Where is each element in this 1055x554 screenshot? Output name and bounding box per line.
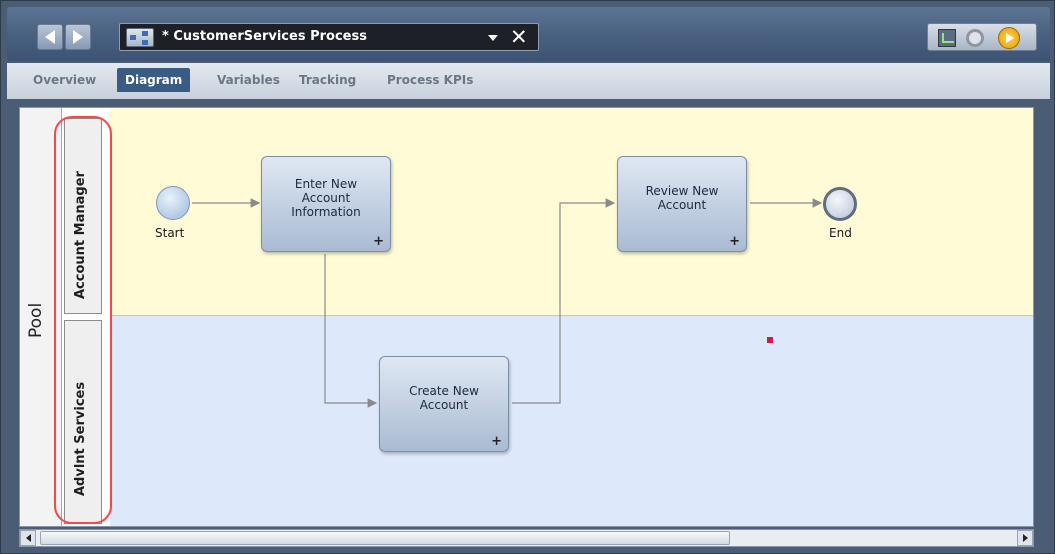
start-event[interactable] xyxy=(156,186,190,220)
forward-arrow-icon xyxy=(73,30,83,44)
tab-variables[interactable]: Variables xyxy=(217,73,280,87)
title-bar: * CustomerServices Process ✕ xyxy=(7,7,1050,61)
scroll-right-button[interactable] xyxy=(1017,530,1033,546)
expand-subprocess-icon[interactable]: + xyxy=(491,434,502,449)
process-diagram-icon xyxy=(126,28,154,47)
task-create-new-account[interactable]: Create New Account + xyxy=(379,356,509,452)
toolbar-actions xyxy=(927,23,1037,51)
end-event[interactable] xyxy=(823,187,857,221)
task-label: Create New Account xyxy=(409,384,479,412)
end-event-label: End xyxy=(829,226,852,240)
scrollbar-thumb[interactable] xyxy=(40,531,730,545)
diagram-canvas[interactable]: Pool Account Manager Advlnt Services Sta… xyxy=(19,107,1034,527)
expand-subprocess-icon[interactable]: + xyxy=(729,234,740,249)
tab-overview[interactable]: Overview xyxy=(33,73,96,87)
back-button[interactable] xyxy=(37,24,63,50)
scroll-left-button[interactable] xyxy=(20,530,36,546)
run-icon[interactable] xyxy=(998,27,1020,49)
chart-icon[interactable] xyxy=(938,29,956,47)
task-label: Review New Account xyxy=(645,184,719,212)
arrow-right-icon xyxy=(1022,534,1028,542)
task-review-new-account[interactable]: Review New Account + xyxy=(617,156,747,252)
chevron-down-icon[interactable] xyxy=(488,35,498,41)
document-title: * CustomerServices Process xyxy=(162,29,367,44)
arrow-left-icon xyxy=(25,534,31,542)
process-editor-window: * CustomerServices Process ✕ Overview Di… xyxy=(0,0,1055,554)
task-enter-new-account-information[interactable]: Enter New Account Information + xyxy=(261,156,391,252)
back-arrow-icon xyxy=(45,30,55,44)
horizontal-scrollbar[interactable] xyxy=(19,529,1034,547)
tab-tracking[interactable]: Tracking xyxy=(299,73,356,87)
forward-button[interactable] xyxy=(65,24,91,50)
sequence-flows xyxy=(192,198,823,408)
expand-subprocess-icon[interactable]: + xyxy=(373,234,384,249)
editor-tab-bar: Overview Diagram Variables Tracking Proc… xyxy=(7,63,1050,99)
tab-diagram[interactable]: Diagram xyxy=(117,68,191,92)
gears-icon[interactable] xyxy=(966,29,984,47)
document-tab[interactable]: * CustomerServices Process ✕ xyxy=(119,23,539,51)
task-label: Enter New Account Information xyxy=(291,177,361,219)
flow-create-to-review xyxy=(512,198,616,404)
tab-process-kpis[interactable]: Process KPIs xyxy=(387,73,473,87)
flow-enter-to-create xyxy=(324,254,378,408)
close-icon[interactable]: ✕ xyxy=(510,25,528,49)
selection-marker xyxy=(767,337,773,343)
start-event-label: Start xyxy=(155,226,185,240)
